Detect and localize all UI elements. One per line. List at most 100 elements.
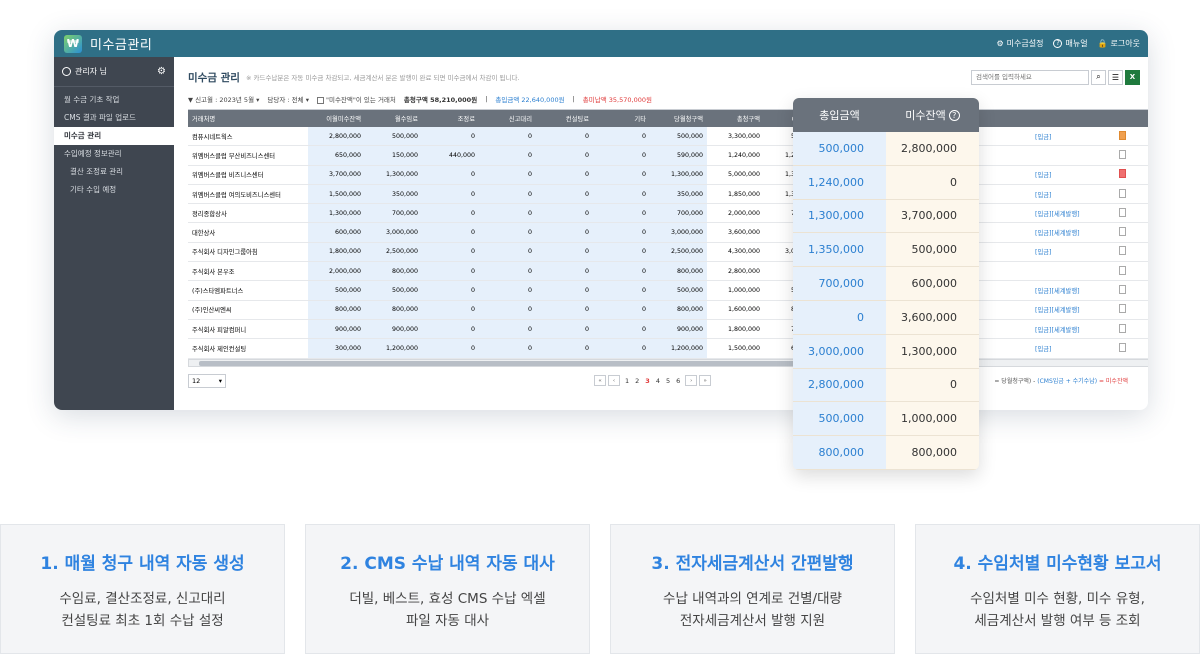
search-button[interactable]: ⌕	[1091, 69, 1106, 85]
page-number-6[interactable]: 6	[673, 377, 683, 385]
row-action-link[interactable]: [입금]	[1031, 344, 1111, 353]
row-action-link[interactable]: [입금][세계발행]	[1031, 286, 1111, 295]
document-icon	[1118, 285, 1126, 295]
settings-button[interactable]: ⚙ 미수금설정	[997, 38, 1044, 49]
row-action-link[interactable]: [입금]	[1031, 190, 1111, 199]
cell-name[interactable]: 대한상사	[188, 228, 308, 237]
cell-carry: 650,000	[308, 146, 365, 165]
page-number-3[interactable]: 3	[642, 377, 653, 385]
sidebar-item-monthly-setup[interactable]: 월 수금 기초 작업	[54, 91, 174, 109]
header-agent[interactable]: 신고대리	[479, 110, 536, 127]
document-icon	[1118, 246, 1126, 256]
cell-name[interactable]: 주식회사 제인컨설팅	[188, 344, 308, 353]
table-row[interactable]: 대한상사 600,000 3,000,000 0 0 0 0 3,000,000 3,600,0…	[188, 223, 1148, 243]
table-row[interactable]: 컴퓨시네트웍스 2,800,000 500,000 0 0 0 0 500,000 3,300,…	[188, 127, 1148, 147]
row-action-link[interactable]: [입금][세계발행]	[1031, 228, 1111, 237]
sidebar-item-other-income[interactable]: 기타 수입 예정	[54, 181, 174, 199]
row-doc-cell[interactable]	[1111, 188, 1133, 200]
sidebar-item-cms-upload[interactable]: CMS 결과 파일 업로드	[54, 109, 174, 127]
table-row[interactable]: (주)인산씨엔씨 800,000 800,000 0 0 0 0 800,000 1,600,0…	[188, 300, 1148, 320]
header-client[interactable]: 거래처명	[188, 114, 308, 123]
list-view-button[interactable]: ☰	[1108, 69, 1123, 85]
cell-consult: 0	[536, 204, 593, 223]
scrollbar-thumb[interactable]	[199, 360, 799, 366]
page-number-1[interactable]: 1	[622, 377, 632, 385]
row-doc-cell[interactable]	[1111, 304, 1133, 315]
cell-name[interactable]: 위멤버스클럽 비즈니스센터	[188, 170, 308, 179]
row-action-link[interactable]: [입금][세계발행]	[1031, 325, 1111, 334]
row-doc-cell[interactable]	[1111, 323, 1133, 335]
cell-consult: 0	[536, 300, 593, 319]
row-action-link[interactable]: [입금][세계발행]	[1031, 209, 1111, 218]
header-total-billed[interactable]: 총청구액	[707, 114, 764, 123]
table-row[interactable]: 주식회사 피알컴퍼니 900,000 900,000 0 0 0 0 900,000 1,800…	[188, 319, 1148, 340]
callout-row: 2,800,000 0	[793, 368, 979, 403]
header-adjust[interactable]: 조정료	[422, 110, 479, 127]
cell-name[interactable]: 정리종합상사	[188, 209, 308, 218]
help-icon[interactable]: ?	[948, 109, 960, 121]
cell-name[interactable]: 위멤버스클럽 부산비즈니스센터	[188, 151, 308, 160]
table-row[interactable]: 위멤버스클럽 비즈니스센터 3,700,000 1,300,000 0 0 0 0 1,300…	[188, 165, 1148, 185]
row-doc-cell[interactable]	[1111, 207, 1133, 219]
sidebar-item-receivables[interactable]: 미수금 관리	[54, 127, 174, 145]
row-doc-cell[interactable]	[1111, 130, 1133, 142]
row-doc-cell[interactable]	[1111, 246, 1133, 257]
sidebar-item-settlement-fee[interactable]: 결산 조정료 관리	[54, 163, 174, 181]
month-filter[interactable]: ▼ 신고월 : 2023년 5월 ▾	[188, 94, 259, 104]
table-row[interactable]: 주식회사 디자인그룹아침 1,800,000 2,500,000 0 0 0 0 2,500,…	[188, 242, 1148, 263]
cell-agent: 0	[479, 319, 536, 339]
cell-total: 5,000,000	[727, 171, 760, 179]
header-consult[interactable]: 컨설팅료	[536, 110, 593, 127]
row-action-link[interactable]: [입금]	[1031, 170, 1111, 179]
row-action-link[interactable]: [입금][세계발행]	[1031, 305, 1111, 314]
first-page-button[interactable]: «	[594, 375, 606, 387]
manual-button[interactable]: ? 매뉴얼	[1053, 38, 1088, 49]
cell-name[interactable]: (주)스타엠파트너스	[188, 286, 308, 295]
row-doc-cell[interactable]	[1111, 169, 1133, 180]
sidebar-user: 관리자 님 ⚙	[54, 57, 174, 87]
cell-agent: 0	[479, 146, 536, 165]
cell-etc: 0	[593, 242, 650, 262]
cell-name[interactable]: 주식회사 피알컴퍼니	[188, 325, 308, 334]
cell-name[interactable]: 주식회사 본우조	[188, 267, 308, 276]
page-size-select[interactable]: 12 ▾	[188, 373, 226, 388]
search-input[interactable]	[971, 69, 1089, 85]
sidebar-item-income-plan[interactable]: 수입예정 정보관리	[54, 145, 174, 163]
table-row[interactable]: 정리종합상사 1,300,000 700,000 0 0 0 0 700,000 2,000,0…	[188, 204, 1148, 224]
prev-page-button[interactable]: ‹	[608, 375, 620, 387]
row-doc-cell[interactable]	[1111, 149, 1133, 161]
last-page-button[interactable]: »	[699, 375, 712, 387]
table-row[interactable]: 주식회사 본우조 2,000,000 800,000 0 0 0 0 800,000 2,800…	[188, 262, 1148, 282]
document-icon	[1118, 169, 1126, 179]
next-page-button[interactable]: ›	[685, 375, 698, 387]
unpaid-only-checkbox[interactable]: "미수잔액"이 있는 거래처	[316, 94, 396, 104]
row-action-link[interactable]: [입금]	[1031, 132, 1111, 141]
horizontal-scrollbar[interactable]	[188, 358, 1148, 367]
table-row[interactable]: (주)스타엠파트너스 500,000 500,000 0 0 0 0 500,000 1,000…	[188, 281, 1148, 301]
row-doc-cell[interactable]	[1111, 265, 1133, 277]
table-row[interactable]: 위멤버스클럽 부산비즈니스센터 650,000 150,000 440,000 0 0 0 5…	[188, 146, 1148, 166]
cell-name[interactable]: 주식회사 디자인그룹아침	[188, 247, 308, 256]
header-carry[interactable]: 이월미수잔액	[308, 110, 365, 127]
table-row[interactable]: 주식회사 제인컨설팅 300,000 1,200,000 0 0 0 0 1,200,000 1…	[188, 339, 1148, 359]
header-fee[interactable]: 월수임료	[365, 110, 422, 127]
page-number-4[interactable]: 4	[653, 377, 663, 385]
table-row[interactable]: 위멤버스클럽 여의도비즈니스센터 1,500,000 350,000 0 0 0 0 350,…	[188, 184, 1148, 205]
cell-name[interactable]: 컴퓨시네트웍스	[188, 132, 308, 141]
row-doc-cell[interactable]	[1111, 342, 1133, 354]
row-doc-cell[interactable]	[1111, 285, 1133, 296]
page-number-2[interactable]: 2	[632, 377, 642, 385]
cell-agent: 0	[479, 300, 536, 319]
row-action-link[interactable]: [입금]	[1031, 247, 1111, 256]
cell-name[interactable]: 위멤버스클럽 여의도비즈니스센터	[188, 190, 308, 199]
cell-name[interactable]: (주)인산씨엔씨	[188, 305, 308, 314]
page-number-5[interactable]: 5	[663, 377, 673, 385]
row-doc-cell[interactable]	[1111, 227, 1133, 238]
excel-export-button[interactable]: X	[1125, 69, 1140, 85]
sidebar-gear-icon[interactable]: ⚙	[157, 66, 166, 77]
logout-button[interactable]: 🔒 로그아웃	[1098, 38, 1140, 49]
header-etc[interactable]: 기타	[593, 110, 650, 127]
header-month-billed[interactable]: 당월청구액	[650, 110, 707, 127]
owner-filter[interactable]: 담당자 : 전체 ▾	[267, 94, 309, 104]
cell-adj: 0	[422, 319, 479, 339]
